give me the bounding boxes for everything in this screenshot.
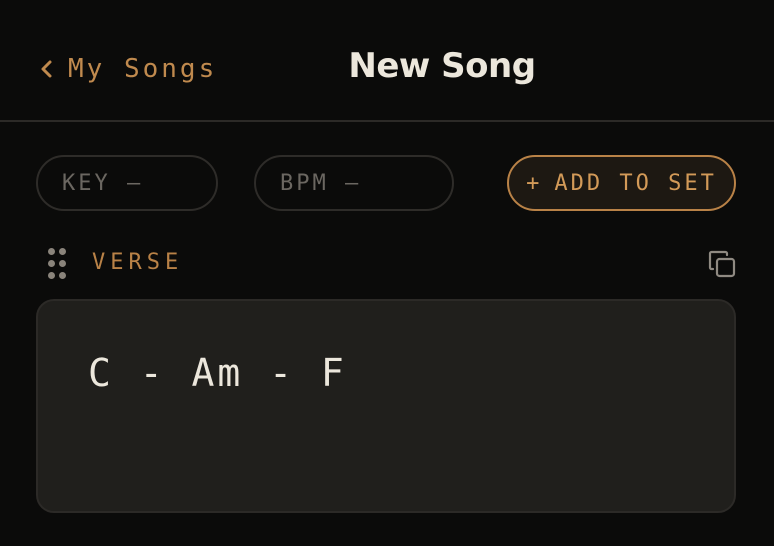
drag-dot bbox=[48, 272, 55, 279]
song-editor: My Songs New Song KEY – BPM – + ADD TO S… bbox=[0, 0, 774, 546]
top-bar: My Songs New Song bbox=[0, 0, 774, 122]
drag-dot bbox=[59, 260, 66, 267]
add-to-set-label: ADD TO SET bbox=[554, 170, 717, 196]
key-placeholder: KEY – bbox=[62, 170, 144, 196]
drag-handle-icon[interactable] bbox=[46, 246, 68, 282]
section-label: VERSE bbox=[92, 250, 184, 275]
drag-dot bbox=[59, 248, 66, 255]
key-field[interactable]: KEY – bbox=[36, 155, 218, 211]
bpm-field[interactable]: BPM – bbox=[254, 155, 454, 211]
chord-progression: C - Am - F bbox=[88, 351, 347, 395]
drag-dot bbox=[48, 260, 55, 267]
page-title: New Song bbox=[348, 46, 536, 86]
add-to-set-button[interactable]: + ADD TO SET bbox=[507, 155, 736, 211]
copy-icon[interactable] bbox=[706, 248, 738, 280]
drag-dot bbox=[48, 248, 55, 255]
bpm-placeholder: BPM – bbox=[280, 170, 362, 196]
chord-card[interactable]: C - Am - F bbox=[36, 299, 736, 513]
drag-dot bbox=[59, 272, 66, 279]
plus-icon: + bbox=[526, 170, 543, 196]
